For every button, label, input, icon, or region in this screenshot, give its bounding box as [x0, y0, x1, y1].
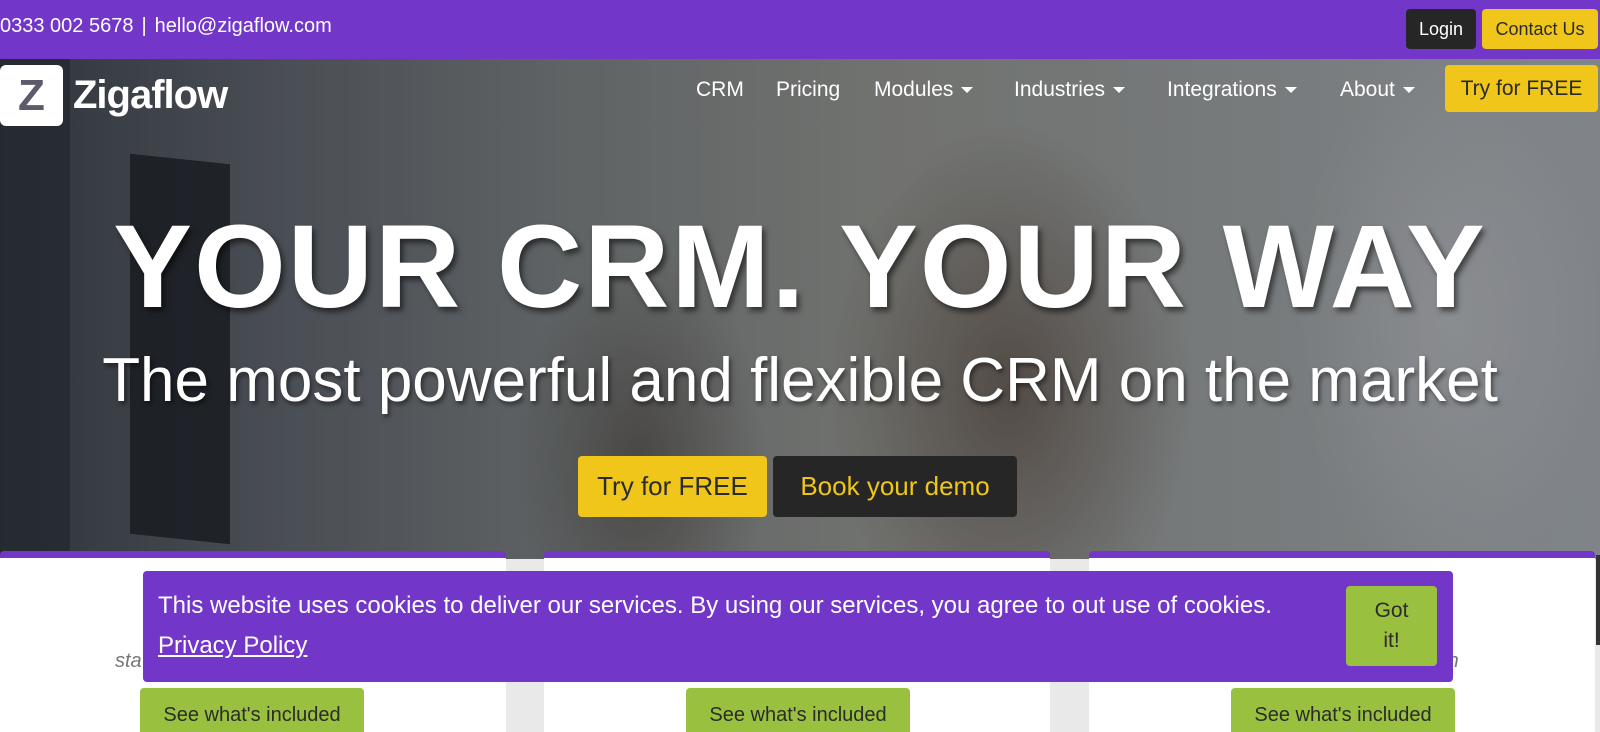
nav-item-label: Integrations	[1167, 78, 1277, 101]
nav-item-crm[interactable]: CRM	[696, 75, 744, 105]
contact-info: 0333 002 5678 | hello@zigaflow.com	[0, 15, 332, 38]
nav-try-free-button[interactable]: Try for FREE	[1445, 65, 1598, 112]
top-bar: 0333 002 5678 | hello@zigaflow.com Login C…	[0, 0, 1600, 59]
cookie-message: This website uses cookies to deliver our…	[158, 586, 1328, 666]
email-address[interactable]: hello@zigaflow.com	[155, 15, 332, 37]
nav-item-pricing[interactable]: Pricing	[776, 75, 840, 105]
nav-item-label: CRM	[696, 78, 744, 101]
nav-item-industries[interactable]: Industries	[1014, 75, 1126, 105]
see-included-button[interactable]: See what's included	[686, 688, 910, 732]
card-partial-text: sta	[115, 650, 142, 672]
nav-item-integrations[interactable]: Integrations	[1167, 75, 1297, 105]
hero-title: YOUR CRM. YOUR WAY	[113, 201, 1487, 333]
main-nav: CRM Pricing Modules Industries Integrati…	[0, 75, 1600, 115]
nav-item-label: Pricing	[776, 78, 841, 101]
privacy-policy-link[interactable]: Privacy Policy	[158, 632, 307, 659]
chevron-down-icon	[1284, 87, 1297, 94]
login-button[interactable]: Login	[1406, 9, 1476, 49]
phone-number[interactable]: 0333 002 5678	[0, 15, 133, 37]
nav-item-label: About	[1340, 78, 1395, 101]
contact-separator: |	[141, 15, 147, 37]
book-demo-button[interactable]: Book your demo	[773, 456, 1017, 517]
chevron-down-icon	[961, 87, 974, 94]
chevron-down-icon	[1113, 87, 1126, 94]
hero-section: Z Zigaflow CRM Pricing Modules Industrie…	[0, 59, 1600, 559]
nav-item-label: Industries	[1014, 78, 1106, 101]
accept-cookies-button[interactable]: Got it!	[1346, 586, 1437, 666]
see-included-button[interactable]: See what's included	[1231, 688, 1455, 732]
see-included-button[interactable]: See what's included	[140, 688, 364, 732]
hero-subtitle: The most powerful and flexible CRM on th…	[102, 346, 1498, 415]
scrollbar[interactable]	[1596, 555, 1600, 645]
contact-us-button[interactable]: Contact Us	[1482, 9, 1598, 49]
nav-item-label: Modules	[874, 78, 954, 101]
nav-item-modules[interactable]: Modules	[874, 75, 974, 105]
cookie-banner: This website uses cookies to deliver our…	[143, 571, 1453, 682]
hero-try-free-button[interactable]: Try for FREE	[578, 456, 767, 517]
cookie-text: This website uses cookies to deliver our…	[158, 592, 1272, 619]
chevron-down-icon	[1402, 87, 1415, 94]
nav-item-about[interactable]: About	[1340, 75, 1415, 105]
